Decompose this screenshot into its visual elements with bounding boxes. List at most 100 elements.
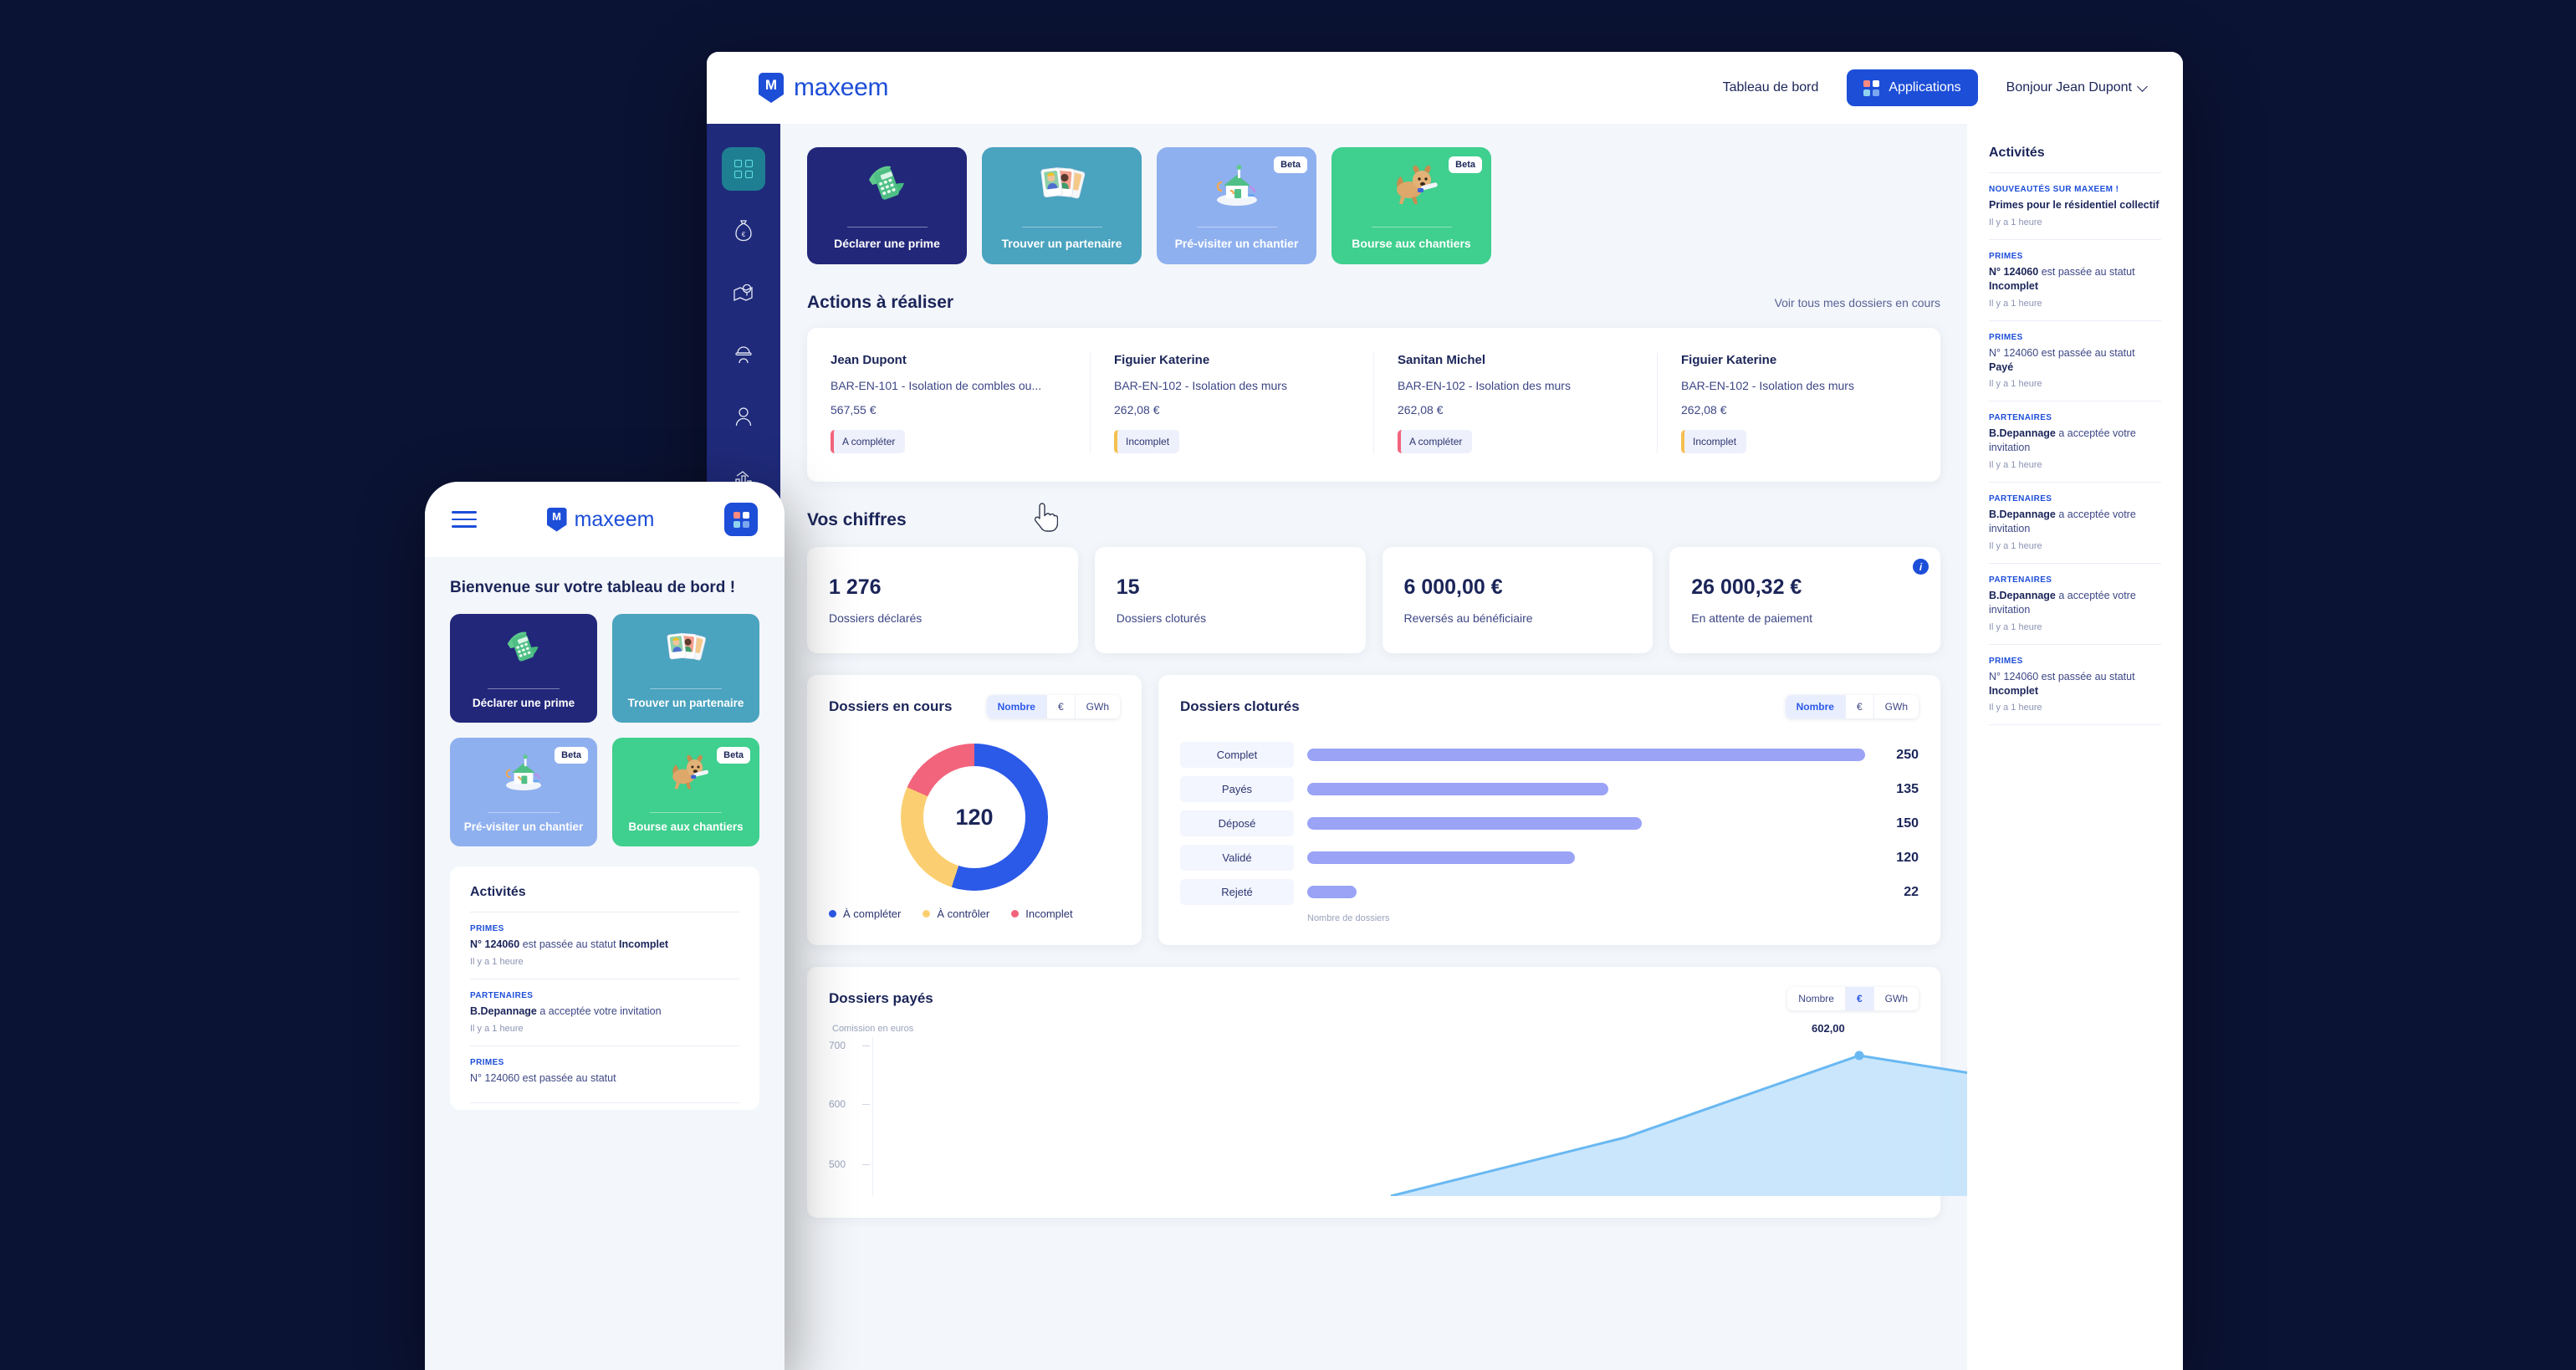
status-badge: Incomplet [1114,430,1180,453]
tile-divider [488,812,560,814]
mobile-tile-declarer-une-prime[interactable]: Déclarer une prime [450,614,597,723]
activity-category: PRIMES [1989,251,2023,261]
nav-dashboard-link[interactable]: Tableau de bord [1723,80,1819,95]
mobile-action-tiles: Déclarer une prime Trouver un partenaire [450,614,759,846]
dossier-item[interactable]: Figuier Katerine BAR-EN-102 - Isolation … [1091,353,1374,453]
header-nav: Tableau de bord Applications Bonjour Jea… [1723,69,2148,106]
brand-mark-icon: M [546,507,567,532]
dossier-item[interactable]: Jean Dupont BAR-EN-101 - Isolation de co… [807,353,1091,453]
unit-toggle-nombre[interactable]: Nombre [986,695,1047,718]
tile-bourse-aux-chantiers[interactable]: Beta Bourse aux chantiers [1331,147,1491,264]
dog-icon [1331,161,1491,211]
status-badge: Incomplet [1681,430,1747,453]
activity-category: NOUVEAUTÉS SUR MAXEEM ! [1989,185,2119,194]
unit-toggle-euro[interactable]: € [1845,695,1874,718]
activity-timestamp: Il y a 1 heure [1989,298,2042,309]
main-content: Déclarer une prime Trouver un partenaire… [780,124,1967,1370]
leaf-calculator-icon [450,626,597,672]
mobile-applications-button[interactable] [724,503,758,536]
applications-button[interactable]: Applications [1847,69,1978,106]
unit-toggle-gwh[interactable]: GWh [1873,987,1919,1010]
activity-text: N° 124060 est passée au statut Incomplet [1989,670,2135,697]
unit-toggle-nombre[interactable]: Nombre [1787,987,1846,1010]
user-menu[interactable]: Bonjour Jean Dupont [2006,80,2148,95]
bar-category-label: Validé [1180,845,1294,871]
sidebar-item-chantiers[interactable] [722,271,765,314]
grid-icon [734,160,753,178]
sidebar-item-partenaires[interactable] [722,333,765,376]
sidebar-item-primes[interactable]: € [722,209,765,253]
stat-card: 6 000,00 € Reversés au bénéficiaire [1382,547,1653,653]
activity-category: PARTENAIRES [470,990,534,1000]
stat-label: Reversés au bénéficiaire [1403,611,1533,625]
brand-logo[interactable]: M maxeem [759,73,889,103]
activity-item[interactable]: PARTENAIRES B.Depannage a acceptée votre … [1989,483,2161,564]
unit-toggle-gwh[interactable]: GWh [1873,695,1919,718]
tile-divider [650,812,722,814]
tile-divider [488,688,560,690]
unit-toggle-nombre[interactable]: Nombre [1785,695,1846,718]
hamburger-menu-icon[interactable] [452,511,477,528]
dossier-reference: BAR-EN-102 - Isolation des murs [1114,379,1287,392]
mobile-window: M maxeem Bienvenue sur votre tableau de … [425,482,785,1370]
activity-timestamp: Il y a 1 heure [470,956,524,967]
tile-trouver-un-partenaire[interactable]: Trouver un partenaire [982,147,1142,264]
activity-item[interactable]: PRIMES N° 124060 est passée au statut Inc… [470,912,739,979]
page-title-actions: Actions à réaliser [807,293,954,312]
activity-item[interactable]: PRIMES N° 124060 est passée au statut Inc… [1989,240,2161,321]
tile-declarer-une-prime[interactable]: Déclarer une prime [807,147,967,264]
chart-title: Dossiers en cours [829,698,953,714]
dossier-item[interactable]: Figuier Katerine BAR-EN-102 - Isolation … [1658,353,1940,453]
y-tick-label: 500 [829,1158,846,1170]
bar-fill [1307,851,1576,864]
applications-button-label: Applications [1889,80,1961,95]
sidebar-item-profil[interactable] [722,395,765,438]
unit-toggle-euro[interactable]: € [1046,695,1076,718]
tile-pre-visiter-un-chantier[interactable]: Beta Pré-visiter un chantier [1157,147,1316,264]
dossiers-list: Jean Dupont BAR-EN-101 - Isolation de co… [807,328,1940,482]
unit-toggle-group: Nombre € GWh [986,695,1120,718]
activity-text: B.Depannage a acceptée votre invitation [1989,509,2136,534]
svg-text:€: € [742,231,746,238]
activity-item[interactable]: NOUVEAUTÉS SUR MAXEEM ! Primes pour le ré… [1989,173,2161,240]
house-site-icon [450,749,597,796]
mobile-tile-trouver-un-partenaire[interactable]: Trouver un partenaire [612,614,759,723]
tile-label: Trouver un partenaire [1001,236,1122,250]
see-all-dossiers-link[interactable]: Voir tous mes dossiers en cours [1775,296,1940,309]
area-chart-plot: 700 600 500 602,00 [829,1022,1967,1196]
stat-value: 26 000,32 € [1691,575,1802,599]
mobile-topbar: M maxeem [425,482,785,557]
activity-item[interactable]: PARTENAIRES B.Depannage a acceptée votre … [1989,564,2161,645]
info-icon[interactable]: i [1913,559,1929,575]
activity-text: B.Depannage a acceptée votre invitation [1989,427,2136,454]
app-header: M maxeem Tableau de bord Applications Bo… [707,52,2183,124]
bar-fill [1307,749,1865,761]
activity-text: N° 124060 est passée au statut Incomplet [1989,265,2135,292]
mobile-brand-logo[interactable]: M maxeem [546,507,654,532]
bar-category-label: Payés [1180,776,1294,802]
actions-section-header: Actions à réaliser Voir tous mes dossier… [780,264,1967,313]
activity-item[interactable]: PARTENAIRES B.Depannage a acceptée votre … [470,979,739,1046]
bar-chart: Complet 250 Payés 135 Déposé 150 Validé 120 Reje… [1180,725,1919,905]
activity-item[interactable]: PRIMES N° 124060 est passée au statut Inc… [1989,645,2161,726]
activities-title: Activités [1989,146,2161,173]
legend-swatch [1011,910,1020,918]
area-chart-axis-label: Comission en euros [832,1024,914,1034]
stat-label: Dossiers déclarés [829,611,923,625]
dossier-item[interactable]: Sanitan Michel BAR-EN-102 - Isolation de… [1374,353,1658,453]
bar-track [1307,783,1865,795]
activity-timestamp: Il y a 1 heure [470,1023,524,1034]
unit-toggle-euro[interactable]: € [1845,987,1874,1010]
worker-helmet-icon [735,346,752,364]
stats-row: 1 276 Dossiers déclarés 15 Dossiers clot… [780,530,1967,653]
activity-item[interactable]: PRIMES N° 124060 est passée au statut [470,1046,739,1103]
activity-item[interactable]: PRIMES N° 124060 est passée au statut Pay… [1989,321,2161,402]
legend-label: Incomplet [1025,907,1073,920]
dog-icon [612,749,759,796]
app-body: € Déclarer une prime Trouver un partenai… [707,124,2183,1370]
mobile-tile-pre-visiter-un-chantier[interactable]: Beta Pré-visiter un chantier [450,738,597,846]
mobile-tile-bourse-aux-chantiers[interactable]: Beta Bourse aux chantiers [612,738,759,846]
unit-toggle-gwh[interactable]: GWh [1075,695,1120,718]
sidebar-item-dashboard[interactable] [722,147,765,191]
activity-item[interactable]: PARTENAIRES B.Depannage a acceptée votre … [1989,401,2161,483]
